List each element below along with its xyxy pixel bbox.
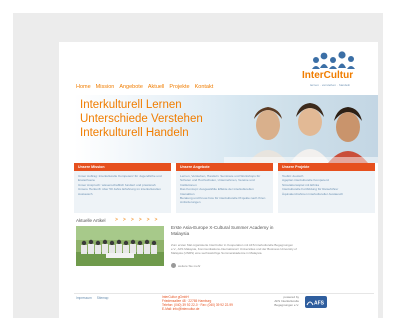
news-more-label: weitere Sie mehr — [178, 263, 201, 268]
footer-powered-line: Begegnungen e.V. — [274, 302, 299, 307]
column-mission: Unsere Mission Unser Auftrag: Interkultu… — [74, 163, 171, 213]
column-mission-heading[interactable]: Unsere Mission — [74, 163, 171, 171]
nav-item-kontakt[interactable]: Kontakt — [195, 84, 214, 90]
news-section-label: Aktuelle Artikel — [76, 218, 106, 223]
logo-people-icon — [312, 51, 355, 69]
more-arrow-icon — [171, 263, 176, 268]
screenshot-background: InterCultur lernen · verstehen · handeln… — [13, 13, 383, 318]
website-page: InterCultur lernen · verstehen · handeln… — [59, 42, 378, 318]
news-article-title[interactable]: Erste Asia-Europe X-Cultural Summer Acad… — [171, 225, 281, 237]
list-item[interactable]: Das Konzept: Ausgewählte Effekte der int… — [180, 187, 269, 196]
news-photo-group[interactable] — [76, 226, 164, 266]
footer-link-sitemap[interactable]: Sitemap — [97, 296, 109, 300]
main-navigation: Home Mission Angebote Aktuell Projekte K… — [76, 84, 213, 90]
nav-item-home[interactable]: Home — [76, 84, 91, 90]
hero-photo-students — [224, 95, 378, 163]
column-projekte-heading[interactable]: Unsere Projekte — [278, 163, 375, 171]
footer-links: Impressum Sitemap — [76, 296, 108, 300]
hero-line-3: Interkulturell Handeln — [80, 127, 189, 139]
intercultur-logo[interactable]: InterCultur lernen · verstehen · handeln — [298, 44, 370, 94]
column-projekte: Unsere Projekte Toolkit: deutsch Ageplan… — [278, 163, 375, 213]
footer-link-impressum[interactable]: Impressum — [76, 296, 92, 300]
nav-item-projekte[interactable]: Projekte — [169, 84, 189, 90]
column-mission-body: Unser Auftrag: Interkulturelle Kompetenz… — [74, 171, 171, 213]
afs-logo-text: AFS — [314, 301, 325, 307]
afs-logo[interactable]: AFS — [305, 296, 327, 308]
news-more-link[interactable]: weitere Sie mehr — [171, 263, 201, 268]
list-item[interactable]: Unser Auftrag: Interkulturelle Kompetenz… — [78, 174, 167, 183]
hero-line-1: Interkulturell Lernen — [80, 99, 182, 111]
column-angebote-heading[interactable]: Unsere Angebote — [176, 163, 273, 171]
hero-banner: Interkulturell Lernen Unterschiede Verst… — [74, 95, 378, 163]
list-item[interactable]: Lernen, Verstehen, Handeln: Seminare und… — [180, 174, 269, 187]
footer-contact: InterCultur gGmbH Friedensallee 48 · 227… — [162, 295, 233, 312]
list-item[interactable]: Äquivalenzrahmen interkultureller Austau… — [282, 192, 371, 196]
footer-contact-email[interactable]: E-Mail: info@intercultur.de — [162, 307, 233, 312]
column-angebote-body: Lernen, Verstehen, Handeln: Seminare und… — [176, 171, 273, 213]
column-projekte-body: Toolkit: deutsch Ageplan interkulturelle… — [278, 171, 375, 213]
column-angebote: Unsere Angebote Lernen, Verstehen, Hande… — [176, 163, 273, 213]
logo-tagline: lernen · verstehen · handeln — [310, 83, 351, 87]
news-article-text: Zum ersten Mal organisierte InterCultur … — [171, 243, 297, 255]
logo-wordmark: InterCultur — [302, 70, 354, 81]
footer-powered-by: powered by AFS Interkulturelle Begegnung… — [259, 295, 299, 307]
list-item[interactable]: Beratung und Know-how für interkulturell… — [180, 196, 269, 205]
nav-item-mission[interactable]: Mission — [96, 84, 115, 90]
footer-divider — [74, 293, 374, 294]
news-arrows[interactable]: > > > > > > — [115, 217, 159, 223]
nav-item-aktuell[interactable]: Aktuell — [148, 84, 165, 90]
nav-item-angebote[interactable]: Angebote — [119, 84, 143, 90]
hero-line-2: Unterschiede Verstehen — [80, 113, 203, 125]
list-item[interactable]: Unsere Herkunft: über 50 Jahre Erfahrung… — [78, 187, 167, 196]
